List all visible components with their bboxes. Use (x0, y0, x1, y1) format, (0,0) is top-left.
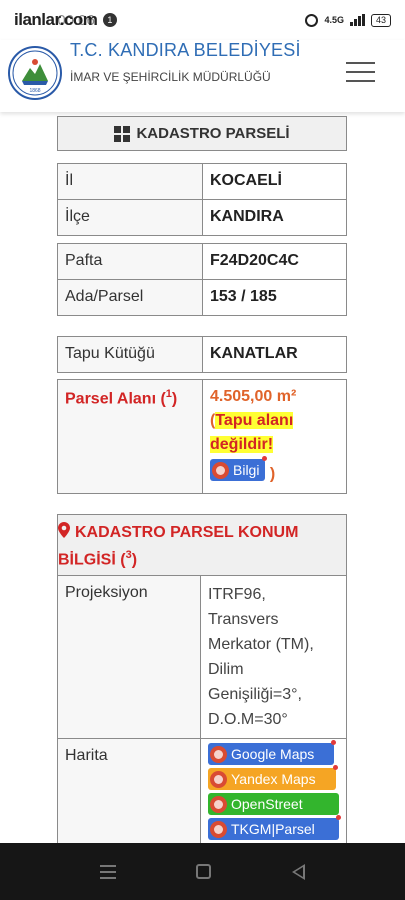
ilce-value: KANDIRA (202, 199, 347, 236)
page: ilanlar.com 00:06 1 4.5G 43 1868 T.C. KA… (0, 0, 405, 900)
area-table: Parsel Alanı (1) 4.505,00 m² (Tapu alanı… (57, 379, 347, 494)
menu-bar (346, 80, 375, 82)
projeksiyon-label: Projeksiyon (57, 575, 201, 739)
system-nav-bar (0, 843, 405, 900)
globe-icon (210, 820, 227, 838)
map-links-cell: Google Maps Yandex Maps OpenStreet TKGM|… (200, 738, 347, 849)
map-pin-icon (58, 521, 70, 538)
pafta-label: Pafta (57, 243, 203, 280)
table-row: Parsel Alanı (1) 4.505,00 m² (Tapu alanı… (57, 379, 347, 494)
location-table: İl KOCAELİ İlçe KANDIRA (57, 163, 347, 236)
area-note: (Tapu alanı değildir! (210, 412, 294, 453)
battery-icon: 43 (370, 13, 391, 27)
il-value: KOCAELİ (202, 163, 347, 200)
ada-parsel-label: Ada/Parsel (57, 279, 203, 316)
org-title[interactable]: T.C. KANDIRA BELEDİYESİ (70, 40, 301, 61)
alarm-icon (305, 13, 319, 27)
clock: 00:06 (57, 11, 95, 29)
status-bar: ilanlar.com 00:06 1 4.5G 43 (0, 0, 405, 40)
table-row: Projeksiyon ITRF96, Transvers Merkator (… (57, 575, 347, 739)
grid-icon (114, 125, 131, 142)
network-label: 4.5G (324, 14, 344, 25)
konum-title: KADASTRO PARSEL KONUM BİLGİSİ ( (58, 523, 299, 569)
home-button[interactable] (196, 864, 212, 879)
pafta-value: F24D20C4C (202, 243, 347, 280)
table-row: Ada/Parsel 153 / 185 (57, 279, 347, 316)
table-row: Harita Google Maps Yandex Maps OpenStree… (57, 738, 347, 849)
org-subtitle: İMAR VE ŞEHİRCİLİK MÜDÜRLÜĞÜ (70, 70, 271, 84)
logo-year: 1868 (29, 88, 40, 94)
hamburger-menu-button[interactable] (346, 62, 375, 82)
globe-icon (210, 745, 227, 763)
site-header: 1868 T.C. KANDIRA BELEDİYESİ İMAR VE ŞEH… (0, 40, 405, 112)
signal-icon (349, 14, 365, 26)
globe-icon (210, 795, 227, 813)
deed-table: Tapu Kütüğü KANATLAR (57, 336, 347, 373)
tapu-value: KANATLAR (202, 336, 347, 373)
notification-badge: 1 (102, 13, 117, 27)
tapu-label: Tapu Kütüğü (57, 336, 203, 373)
projection-table: Projeksiyon ITRF96, Transvers Merkator (… (57, 575, 347, 849)
globe-icon (212, 461, 229, 479)
parsel-alani-value-cell: 4.505,00 m² (Tapu alanı değildir! Bilgi … (202, 379, 347, 494)
area-warning: Tapu alanı değildir! (210, 412, 294, 453)
municipality-logo[interactable]: 1868 (8, 46, 62, 100)
openstreet-button[interactable]: OpenStreet (208, 793, 339, 815)
table-row: Tapu Kütüğü KANATLAR (57, 336, 347, 373)
menu-bar (346, 62, 375, 64)
menu-bar (346, 71, 375, 73)
back-button[interactable] (291, 863, 305, 880)
table-row: Pafta F24D20C4C (57, 243, 347, 280)
il-label: İl (57, 163, 203, 200)
parsel-alani-value: 4.505,00 m² (210, 388, 297, 405)
kadastro-section-header: KADASTRO PARSELİ (57, 116, 347, 151)
harita-label: Harita (57, 738, 201, 849)
yandex-maps-button[interactable]: Yandex Maps (208, 765, 338, 790)
kadastro-title: KADASTRO PARSELİ (136, 125, 290, 142)
ilce-label: İlçe (57, 199, 203, 236)
table-row: İl KOCAELİ (57, 163, 347, 200)
globe-icon (210, 770, 227, 788)
recent-apps-button[interactable] (100, 864, 117, 879)
google-maps-button[interactable]: Google Maps (208, 740, 336, 765)
tkgm-parsel-button[interactable]: TKGM|Parsel (208, 815, 341, 840)
table-row: İlçe KANDIRA (57, 199, 347, 236)
parcel-id-table: Pafta F24D20C4C Ada/Parsel 153 / 185 (57, 243, 347, 316)
ada-parsel-value: 153 / 185 (202, 279, 347, 316)
konum-section-header: KADASTRO PARSEL KONUM BİLGİSİ (3) (57, 514, 347, 576)
projeksiyon-value: ITRF96, Transvers Merkator (TM), Dilim G… (200, 575, 347, 739)
parsel-alani-label: Parsel Alanı (1) (57, 379, 203, 494)
bilgi-button[interactable]: Bilgi (210, 456, 268, 481)
